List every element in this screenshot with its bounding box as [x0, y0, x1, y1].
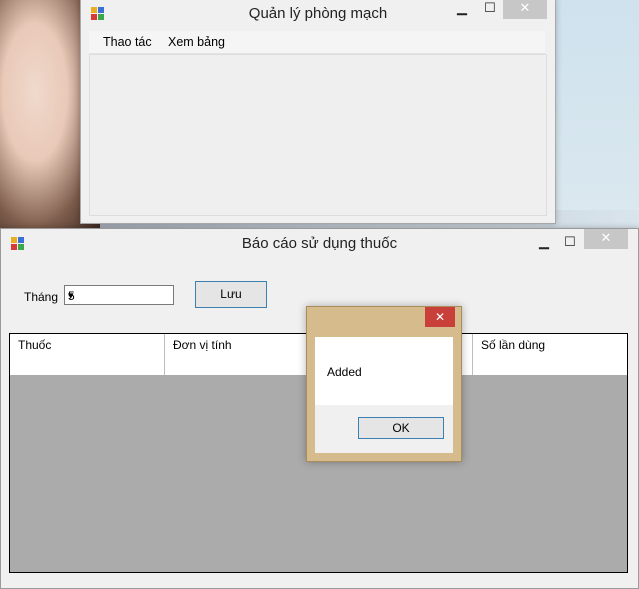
column-header-so-lan-dung[interactable]: Số lần dùng: [473, 334, 627, 354]
message-body: Added: [315, 337, 453, 405]
ok-button[interactable]: OK: [358, 417, 444, 439]
report-titlebar[interactable]: Báo cáo sử dụng thuốc ▁ ☐ ✕: [1, 229, 638, 259]
chevron-down-icon[interactable]: ▾: [68, 289, 169, 302]
message-box: ✕ Added OK: [306, 306, 462, 462]
minimize-icon[interactable]: ▁: [535, 233, 553, 253]
close-icon[interactable]: ✕: [503, 0, 547, 19]
maximize-icon[interactable]: ☐: [561, 233, 579, 253]
close-icon[interactable]: ✕: [425, 307, 455, 327]
menu-bar: Thao tác Xem bảng: [89, 31, 545, 54]
month-select[interactable]: 5 ▾: [64, 285, 174, 305]
column-header-thuoc[interactable]: Thuốc: [10, 334, 165, 354]
message-text: Added: [327, 365, 362, 379]
table-cell[interactable]: [10, 354, 165, 375]
table-cell[interactable]: [165, 354, 315, 375]
table-cell[interactable]: [473, 354, 627, 375]
close-icon[interactable]: ✕: [584, 229, 628, 249]
maximize-icon[interactable]: ☐: [481, 0, 499, 19]
message-footer: OK: [315, 405, 453, 453]
month-label: Tháng: [24, 290, 59, 304]
menu-item-thao-tac[interactable]: Thao tác: [103, 35, 152, 49]
minimize-icon[interactable]: ▁: [453, 0, 471, 19]
column-header-don-vi-tinh[interactable]: Đơn vị tính: [165, 334, 315, 354]
main-titlebar[interactable]: Quản lý phòng mạch ▁ ☐ ✕: [81, 0, 555, 29]
menu-item-xem-bang[interactable]: Xem bảng: [168, 35, 225, 49]
main-client-area: [89, 54, 547, 216]
desktop-wallpaper-sky: [545, 0, 639, 230]
main-window: Quản lý phòng mạch ▁ ☐ ✕ Thao tác Xem bả…: [80, 0, 556, 224]
save-button[interactable]: Lưu: [195, 281, 267, 308]
